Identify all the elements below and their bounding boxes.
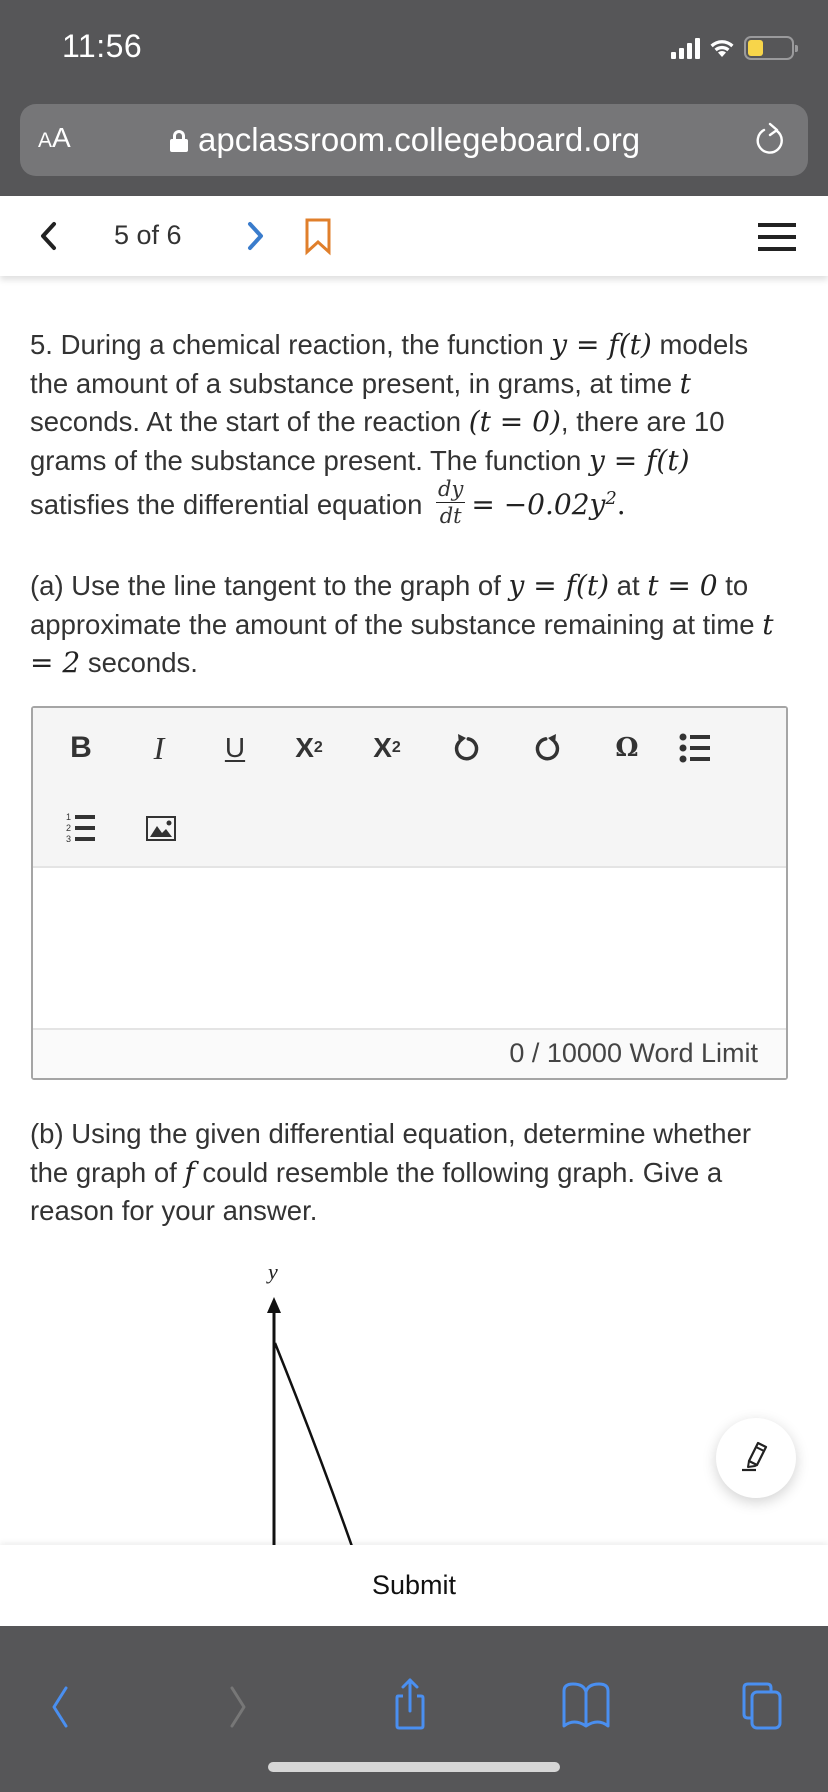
svg-text:1: 1 [66,812,71,822]
question-part-b: (b) Using the given differential equatio… [30,1118,752,1226]
answer-editor: B I U X2 X2 Ω 1 2 3 0 / 10000 Word Limit [31,706,788,1080]
math-expression: f [184,1155,195,1189]
numbered-list-icon[interactable]: 1 2 3 [61,806,105,850]
math-expression: y = f(t) [508,569,610,603]
candidate-graph: y [266,1259,357,1555]
special-character-button[interactable]: Ω [605,726,649,770]
italic-button[interactable]: I [137,726,181,770]
undo-icon[interactable] [445,726,489,770]
battery-icon [744,36,798,60]
image-icon[interactable] [139,806,183,850]
share-icon[interactable] [380,1676,440,1736]
editor-toolbar: B I U X2 X2 Ω 1 2 3 [33,708,786,868]
math-expression: y = f(t) [588,443,690,477]
battery-level [748,40,764,56]
bookmarks-icon[interactable] [556,1676,616,1736]
wifi-icon [710,40,734,57]
annotate-button[interactable] [716,1418,796,1498]
home-indicator[interactable] [268,1762,560,1772]
question-part-a: (a) Use the line tangent to the graph of… [30,569,774,680]
bold-button[interactable]: B [59,726,103,770]
question-content: 5. During a chemical reaction, the funct… [30,326,790,717]
back-icon[interactable] [30,1676,90,1736]
bulleted-list-icon[interactable] [673,726,717,770]
submit-button[interactable]: Submit [0,1545,828,1626]
word-limit-counter: 0 / 10000 Word Limit [509,1038,758,1068]
y-axis-label: y [266,1259,278,1284]
question-position: 5 of 6 [114,220,182,250]
bookmark-icon[interactable] [303,216,333,256]
forward-icon[interactable] [208,1676,268,1736]
chevron-left-icon[interactable] [34,216,64,256]
math-expression: (t = 0) [468,405,561,438]
math-expression: = −0.02y [471,488,606,522]
tabs-icon[interactable] [736,1676,796,1736]
submit-bar: Submit [0,1545,828,1626]
redo-icon[interactable] [525,726,569,770]
graph-curve [273,1342,357,1555]
question-intro: 5. During a chemical reaction, the funct… [30,328,749,529]
status-time: 11:56 [62,28,143,64]
derivative-fraction: dy dt [436,477,466,529]
hamburger-menu-icon[interactable] [758,223,796,251]
reload-icon[interactable] [750,120,790,160]
svg-text:2: 2 [66,823,71,833]
text-size-button[interactable]: AA [38,122,71,154]
url-display[interactable]: apclassroom.collegeboard.org [170,121,640,159]
math-expression: y = f(t) [551,328,652,361]
address-bar[interactable]: AA apclassroom.collegeboard.org [20,104,808,176]
question-nav: 5 of 6 [0,196,828,276]
editor-footer: 0 / 10000 Word Limit [33,1028,786,1078]
y-axis-arrow-icon [267,1297,281,1313]
subscript-button[interactable]: X2 [365,726,409,770]
superscript-button[interactable]: X2 [287,726,331,770]
url-text: apclassroom.collegeboard.org [198,121,641,158]
answer-text-area[interactable] [33,868,786,1030]
underline-button[interactable]: U [213,726,257,770]
math-expression: t = 0 [647,569,718,603]
svg-text:3: 3 [66,834,71,844]
browser-bottom-toolbar [0,1626,828,1792]
status-icons [671,36,798,60]
math-expression: t [679,366,691,400]
browser-top-chrome: 11:56 AA apclassroom.collegeboard.org [0,0,828,196]
chevron-right-icon[interactable] [240,216,270,256]
lock-icon [170,130,188,152]
cellular-signal-icon [671,37,700,59]
pencil-highlighter-icon [742,1441,768,1472]
